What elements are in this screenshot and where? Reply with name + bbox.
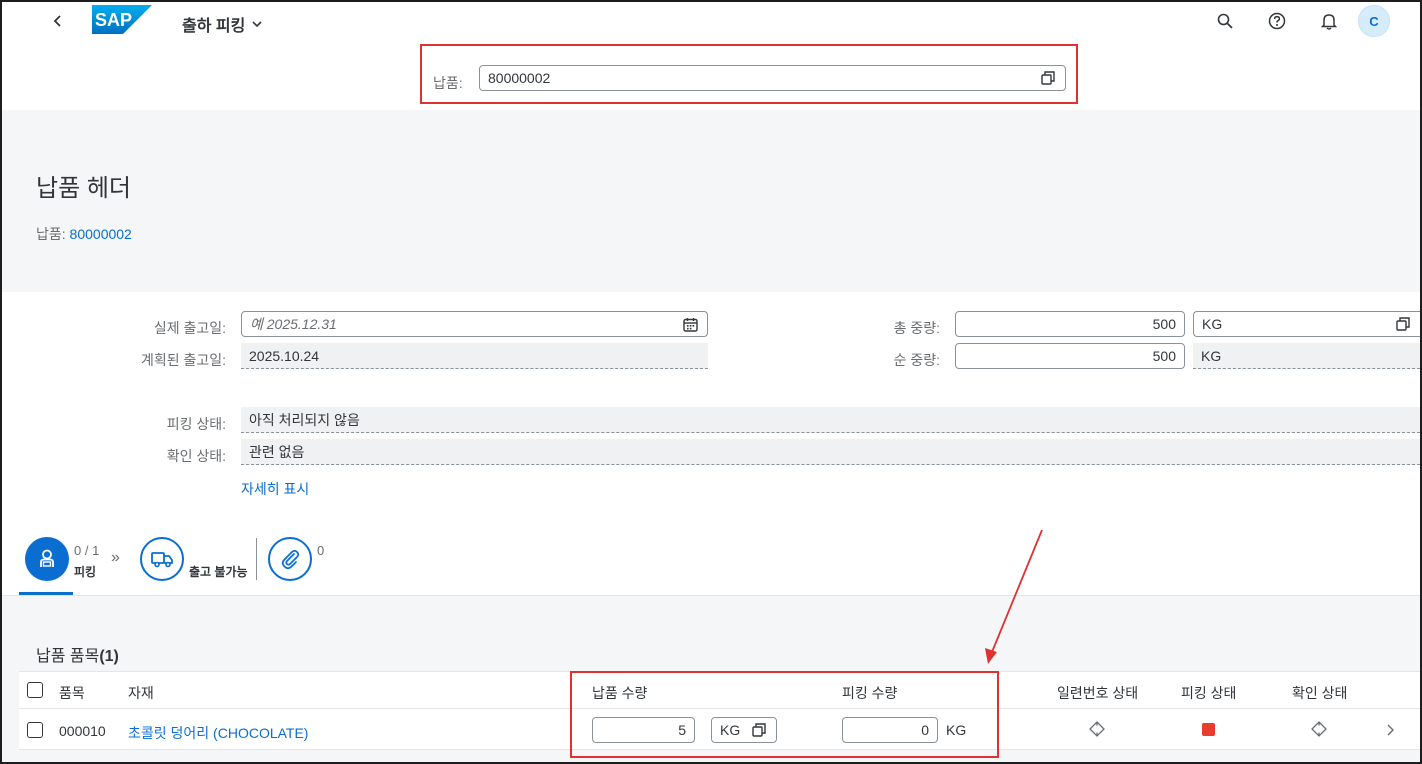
row-select-checkbox[interactable] xyxy=(27,722,43,738)
shell-bar: SAP 출하 피킹 C xyxy=(2,2,1420,42)
planned-gi-date-label: 계획된 출고일: xyxy=(140,352,226,368)
row-divider xyxy=(19,749,1420,750)
row-item-number: 000010 xyxy=(59,723,106,739)
picker-person-icon xyxy=(40,549,54,567)
net-weight-value: 500 xyxy=(1152,348,1176,364)
tab-attachments[interactable] xyxy=(268,537,312,581)
row-picking-qty-value: 0 xyxy=(921,722,929,738)
paperclip-icon xyxy=(281,549,300,570)
truck-icon xyxy=(151,552,173,568)
col-material[interactable]: 자재 xyxy=(128,683,154,703)
total-weight-unit-input[interactable]: KG xyxy=(1193,311,1420,337)
confirm-status-diamond-icon xyxy=(1311,721,1327,737)
planned-gi-date-field: 2025.10.24 xyxy=(241,343,708,369)
help-icon xyxy=(1268,12,1286,30)
user-avatar[interactable]: C xyxy=(1358,5,1390,37)
svg-text:SAP: SAP xyxy=(95,10,132,30)
table-top-border xyxy=(19,671,1420,672)
tab-goods-issue[interactable] xyxy=(140,537,184,581)
value-help-icon[interactable] xyxy=(750,721,768,739)
calendar-icon[interactable] xyxy=(681,315,699,333)
picking-count: 0 / 1 xyxy=(74,543,100,558)
picking-status-field: 아직 처리되지 않음 xyxy=(241,407,1420,433)
col-serial-status[interactable]: 일련번호 상태 xyxy=(1057,683,1138,703)
items-table-title-text: 납품 품목 xyxy=(36,648,100,665)
bell-icon xyxy=(1321,14,1337,30)
delivery-filter-input[interactable]: 80000002 xyxy=(479,65,1066,91)
delivery-number-link[interactable]: 80000002 xyxy=(70,226,132,242)
row-delivery-unit-input[interactable]: KG xyxy=(711,717,777,743)
row-delivery-unit: KG xyxy=(720,722,741,738)
picking-status-red-icon xyxy=(1202,723,1215,736)
search-icon xyxy=(1217,13,1233,29)
net-weight-input[interactable]: 500 xyxy=(955,343,1185,369)
net-weight-unit-field: KG xyxy=(1193,343,1420,369)
delivery-filter-label: 납품: xyxy=(433,75,463,91)
total-weight-label: 총 중량: xyxy=(893,320,940,336)
object-title: 납품 헤더 xyxy=(36,175,131,202)
net-weight-unit: KG xyxy=(1201,347,1222,364)
row-picking-qty-input[interactable]: 0 xyxy=(842,717,938,743)
chevron-down-icon xyxy=(252,21,262,28)
sap-logo: SAP xyxy=(92,5,152,34)
tab-picking[interactable] xyxy=(25,537,69,581)
total-weight-input[interactable]: 500 xyxy=(955,311,1185,337)
serial-status-diamond-icon xyxy=(1089,721,1105,737)
total-weight-value: 500 xyxy=(1152,316,1176,332)
col-confirm-status[interactable]: 확인 상태 xyxy=(1292,683,1347,703)
col-delivery-qty[interactable]: 납품 수량 xyxy=(592,683,647,703)
col-item[interactable]: 품목 xyxy=(59,683,85,703)
confirm-status-value: 관련 없음 xyxy=(249,443,305,460)
planned-gi-date-value: 2025.10.24 xyxy=(249,347,320,364)
row-delivery-qty-input[interactable]: 5 xyxy=(592,717,695,743)
object-subtitle: 납품: 80000002 xyxy=(36,224,132,244)
actual-gi-date-input[interactable]: 예 2025.12.31 xyxy=(241,311,708,337)
confirm-status-label: 확인 상태: xyxy=(166,448,226,464)
items-table-count: (1) xyxy=(99,648,119,665)
value-help-icon[interactable] xyxy=(1394,315,1412,333)
app-title-menu[interactable]: 출하 피킹 xyxy=(182,12,263,36)
help-button[interactable] xyxy=(1261,5,1293,37)
picking-status-label: 피킹 상태: xyxy=(166,416,226,432)
row-delivery-qty-value: 5 xyxy=(678,722,686,738)
notifications-button[interactable] xyxy=(1313,5,1345,37)
row-navigation-chevron-icon[interactable] xyxy=(1386,724,1394,736)
double-chevron-right-icon: » xyxy=(111,549,120,566)
value-help-icon[interactable] xyxy=(1039,69,1057,87)
total-weight-unit: KG xyxy=(1202,316,1223,332)
items-table-title: 납품 품목(1) xyxy=(36,642,119,666)
row-material-link[interactable]: 초콜릿 덩어리 (CHOCOLATE) xyxy=(128,723,308,743)
chevron-left-icon xyxy=(53,15,61,27)
back-button[interactable] xyxy=(42,5,74,37)
actual-gi-date-placeholder: 예 2025.12.31 xyxy=(250,316,337,332)
app-title: 출하 피킹 xyxy=(182,18,246,35)
row-picking-unit: KG xyxy=(946,722,967,738)
gi-tab-label: 출고 불가능 xyxy=(189,565,248,579)
show-more-link[interactable]: 자세히 표시 xyxy=(241,479,309,499)
delivery-filter-value: 80000002 xyxy=(488,70,551,86)
actual-gi-date-label: 실제 출고일: xyxy=(153,320,226,336)
object-header xyxy=(2,110,1420,292)
net-weight-label: 순 중량: xyxy=(893,352,940,368)
select-all-checkbox[interactable] xyxy=(27,682,43,698)
header-row-divider xyxy=(19,708,1420,709)
tab-separator xyxy=(256,538,257,580)
col-picking-status[interactable]: 피킹 상태 xyxy=(1181,683,1236,703)
col-picking-qty[interactable]: 피킹 수량 xyxy=(842,683,897,703)
confirm-status-field: 관련 없음 xyxy=(241,439,1420,465)
search-button[interactable] xyxy=(1209,5,1241,37)
attachments-count: 0 xyxy=(317,543,325,558)
picking-status-value: 아직 처리되지 않음 xyxy=(249,411,360,428)
picking-tab-label: 피킹 xyxy=(74,565,97,579)
object-subtitle-label: 납품: xyxy=(36,226,66,242)
